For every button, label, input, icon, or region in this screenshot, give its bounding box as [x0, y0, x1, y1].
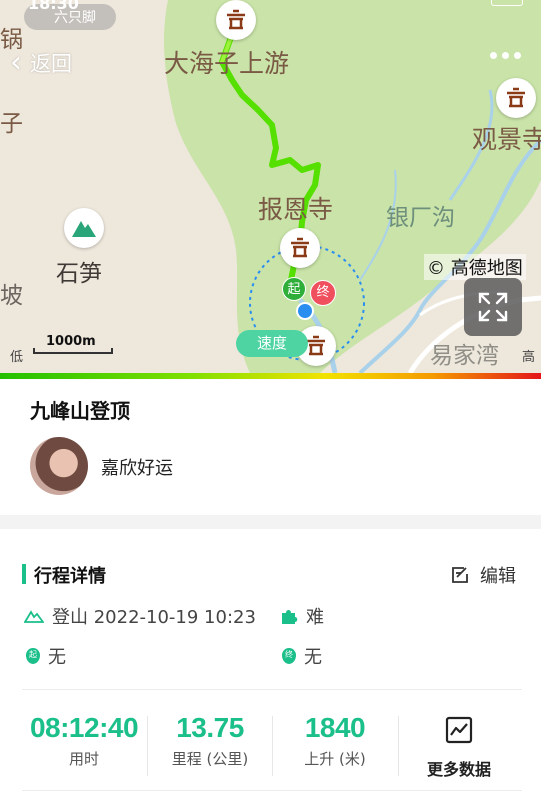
stat-ascent: 1840 上升 (米): [273, 712, 397, 769]
stat-separator: [398, 716, 399, 776]
start-place-row: 起 无: [26, 643, 66, 669]
expand-icon: [478, 292, 508, 322]
scale-bar: [33, 348, 113, 354]
legend-low-label: 低: [10, 350, 24, 365]
start-place-text: 无: [48, 647, 66, 668]
stat-ascent-value: 1840: [304, 712, 366, 743]
end-place-text: 无: [304, 647, 322, 668]
end-place-row: 终 无: [282, 643, 322, 669]
map-label-yijiawan: 易家湾: [430, 343, 499, 369]
temple-poi-icon[interactable]: [496, 78, 536, 118]
stat-ascent-label: 上升 (米): [304, 750, 366, 768]
activity-text: 登山 2022-10-19 10:23: [52, 607, 256, 628]
legend-high-label: 高: [521, 350, 535, 365]
end-marker[interactable]: 终: [310, 280, 336, 306]
start-marker[interactable]: 起: [282, 277, 306, 301]
start-pin-icon: 起: [26, 648, 40, 664]
activity-row: 登山 2022-10-19 10:23: [24, 603, 256, 629]
map-label-guanjingsi: 观景寺: [472, 125, 541, 154]
user-name[interactable]: 嘉欣好运: [101, 454, 173, 480]
chevron-left-icon: ‹: [10, 45, 22, 80]
chart-icon: [445, 716, 473, 744]
mountain-poi-icon[interactable]: [64, 208, 104, 248]
map-label-dahaizi: 大海子上游: [164, 49, 290, 78]
edit-icon: [452, 567, 468, 583]
section-accent-bar: [22, 564, 26, 584]
back-button[interactable]: ‹ 返回: [10, 46, 72, 80]
route-map[interactable]: 六只脚 18:30 锅 大海子上游 子 观景寺 报恩寺 银厂沟 石笋 坡 易家湾…: [0, 0, 541, 373]
more-options-button[interactable]: [490, 52, 521, 59]
temple-poi-icon[interactable]: [280, 228, 320, 268]
location-dot-icon: [296, 302, 314, 320]
avatar[interactable]: [30, 437, 88, 495]
divider-line: [22, 790, 522, 791]
stat-duration-value: 08:12:40: [29, 712, 139, 743]
stat-distance-value: 13.75: [176, 712, 244, 743]
scale-label: 1000m: [46, 334, 96, 349]
section-divider: [0, 515, 541, 529]
section-title: 行程详情: [34, 566, 106, 587]
temple-poi-icon[interactable]: [216, 0, 256, 40]
map-label-po: 坡: [0, 283, 23, 309]
map-label-shisun: 石笋: [56, 261, 102, 287]
speed-toggle-button[interactable]: 速度: [236, 330, 308, 357]
fullscreen-button[interactable]: [464, 278, 522, 336]
track-title: 九峰山登顶: [30, 399, 130, 423]
difficulty-text: 难: [306, 607, 324, 628]
stat-duration: 08:12:40 用时: [22, 712, 146, 769]
mountain-icon: [24, 610, 44, 623]
more-data-button[interactable]: 更多数据: [404, 716, 514, 780]
map-label-yinchanggou: 银厂沟: [386, 205, 455, 231]
back-label: 返回: [30, 52, 72, 76]
edit-label: 编辑: [480, 566, 516, 587]
edit-button[interactable]: 编辑: [450, 562, 516, 588]
more-data-label: 更多数据: [426, 760, 491, 779]
stat-duration-label: 用时: [68, 750, 99, 768]
map-label-zi: 子: [0, 111, 23, 137]
map-label-baoensi: 报恩寺: [258, 195, 334, 224]
battery-icon: [491, 0, 523, 6]
speed-gradient-legend: [0, 373, 541, 379]
end-pin-icon: 终: [282, 648, 296, 664]
difficulty-row: 难: [280, 603, 324, 629]
map-copyright: © 高德地图: [424, 254, 526, 280]
divider-line: [22, 689, 522, 690]
status-time: 18:30: [28, 0, 79, 13]
stat-distance-label: 里程 (公里): [171, 750, 249, 768]
puzzle-icon: [282, 610, 298, 624]
stat-distance: 13.75 里程 (公里): [148, 712, 272, 769]
